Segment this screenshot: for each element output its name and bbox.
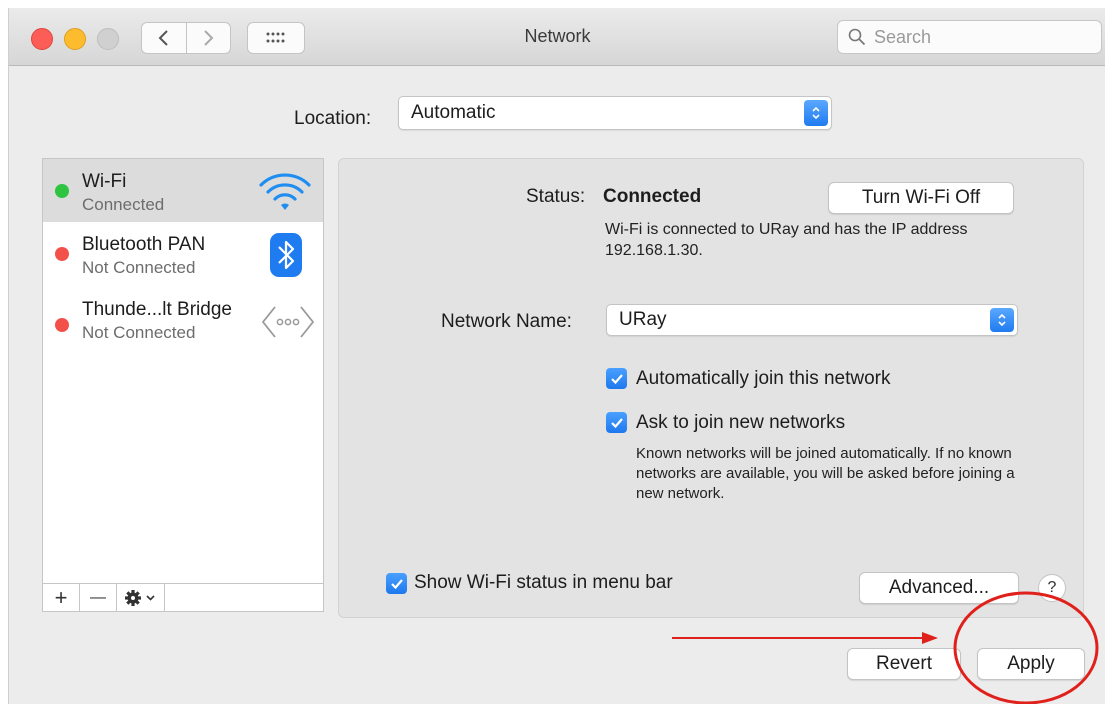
thunderbolt-bridge-icon (261, 306, 315, 338)
advanced-button[interactable]: Advanced... (859, 572, 1019, 604)
search-placeholder: Search (874, 26, 932, 47)
search-icon (848, 28, 866, 46)
help-button[interactable]: ? (1038, 574, 1066, 602)
action-menu-button[interactable] (117, 584, 165, 611)
apply-button[interactable]: Apply (977, 648, 1085, 680)
ask-join-checkbox[interactable] (606, 412, 627, 433)
checkmark-icon (610, 373, 623, 384)
wifi-detail-pane: Status: Connected Turn Wi-Fi Off Wi-Fi i… (338, 158, 1084, 618)
network-name-value: URay (619, 309, 667, 330)
network-preferences-window: Network Search Location: Automatic Wi-Fi… (8, 8, 1105, 704)
status-dot-connected (55, 184, 69, 198)
bluetooth-icon (270, 233, 302, 277)
status-dot-not-connected (55, 247, 69, 261)
network-name-popup[interactable]: URay (606, 304, 1018, 336)
add-service-button[interactable]: + (43, 584, 80, 611)
show-status-checkbox[interactable] (386, 573, 407, 594)
status-label: Status: (526, 186, 586, 207)
service-status: Connected (82, 195, 165, 214)
network-name-label: Network Name: (441, 311, 572, 332)
popup-arrows-icon (990, 308, 1014, 332)
service-name: Wi-Fi (82, 171, 127, 192)
auto-join-label: Automatically join this network (636, 368, 891, 389)
location-popup[interactable]: Automatic (398, 96, 832, 130)
location-label: Location: (294, 108, 372, 129)
status-value: Connected (603, 186, 702, 207)
service-list: Wi-Fi Connected Bluetooth PAN Not Connec… (42, 158, 324, 612)
service-name: Bluetooth PAN (82, 234, 206, 255)
service-item-thunderbolt-bridge[interactable]: Thunde...lt Bridge Not Connected (43, 285, 323, 348)
checkmark-icon (610, 417, 623, 428)
status-dot-not-connected (55, 318, 69, 332)
service-list-toolbar: + — (43, 583, 323, 611)
service-status: Not Connected (82, 258, 196, 277)
show-status-label: Show Wi-Fi status in menu bar (414, 572, 673, 593)
location-value: Automatic (411, 102, 496, 123)
gear-menu-icon (124, 589, 155, 606)
status-description: Wi-Fi is connected to URay and has the I… (605, 221, 968, 259)
wifi-icon (259, 173, 311, 210)
popup-arrows-icon (804, 100, 828, 126)
search-field[interactable]: Search (837, 20, 1102, 54)
checkmark-icon (390, 578, 403, 589)
revert-button[interactable]: Revert (847, 648, 961, 680)
remove-service-button[interactable]: — (80, 584, 117, 611)
ask-join-description: Known networks will be joined automatica… (636, 445, 1015, 502)
service-name: Thunde...lt Bridge (82, 299, 232, 320)
service-item-bluetooth-pan[interactable]: Bluetooth PAN Not Connected (43, 222, 323, 285)
auto-join-checkbox[interactable] (606, 368, 627, 389)
title-bar: Network Search (9, 8, 1105, 66)
turn-wifi-off-button[interactable]: Turn Wi-Fi Off (828, 182, 1014, 214)
service-item-wifi[interactable]: Wi-Fi Connected (43, 159, 323, 222)
service-status: Not Connected (82, 323, 196, 342)
ask-join-label: Ask to join new networks (636, 412, 846, 433)
